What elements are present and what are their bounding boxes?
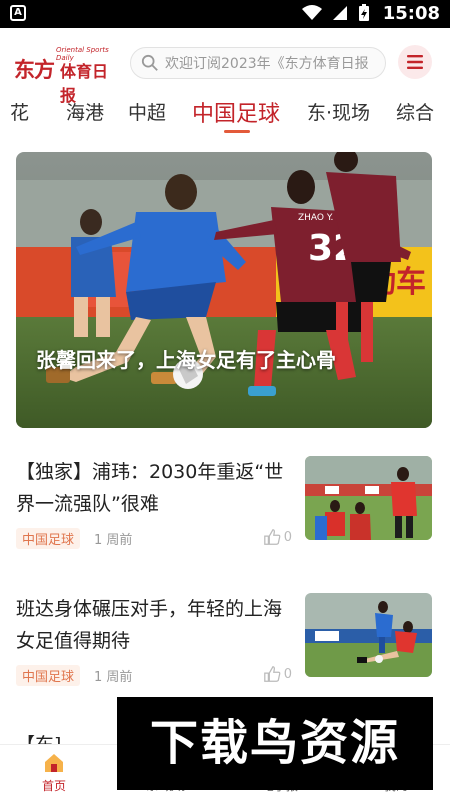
wifi-icon [302, 5, 322, 20]
article-thumbnail [305, 456, 432, 540]
like-button[interactable]: 0 [263, 665, 292, 683]
tab-csl[interactable]: 中超 [128, 98, 166, 125]
thumbs-up-icon [263, 529, 281, 545]
category-tabs: 花 海港 中超 中国足球 东·现场 综合 [0, 98, 450, 140]
search-placeholder: 欢迎订阅2023年《东方体育日报 [165, 56, 369, 72]
list-item[interactable]: 班达身体碾压对手，年轻的上海女足值得期待 中国足球 1 周前 0 [16, 593, 434, 693]
hero-photo: 动车 32 ZHAO Y. [16, 152, 432, 428]
search-icon [141, 54, 158, 71]
app-badge-icon: A [10, 5, 26, 21]
like-count: 0 [283, 529, 292, 545]
active-tab-indicator [224, 130, 250, 133]
article-tag[interactable]: 中国足球 [16, 527, 81, 549]
logo-brand: 东方 [14, 57, 55, 82]
status-time: 15:08 [382, 3, 440, 24]
menu-button[interactable] [398, 45, 432, 79]
article-time: 1 周前 [94, 532, 133, 548]
hamburger-icon [407, 55, 423, 69]
tab-partial[interactable]: 花 [10, 98, 29, 125]
article-title: 【独家】浦玮：2030年重返“世界一流强队”很难 [16, 461, 284, 515]
article-tag[interactable]: 中国足球 [16, 664, 81, 686]
tab-haigang[interactable]: 海港 [66, 98, 104, 125]
app-logo[interactable]: 东方 Oriental Sports Daily 体育日报 [14, 46, 119, 105]
home-icon [45, 754, 63, 772]
jersey-name: ZHAO Y. [298, 213, 333, 223]
tab-general[interactable]: 综合 [396, 98, 434, 125]
article-title: 班达身体碾压对手，年轻的上海女足值得期待 [16, 598, 283, 652]
watermark-banner: 下载鸟资源 [117, 697, 433, 790]
article-thumbnail [305, 593, 432, 677]
search-bar[interactable]: 欢迎订阅2023年《东方体育日报 [130, 47, 386, 79]
thumbs-up-icon [263, 666, 281, 682]
tab-china-football[interactable]: 中国足球 [192, 98, 280, 128]
status-icons [302, 4, 370, 22]
status-bar: A 15:08 [0, 0, 450, 28]
article-time: 1 周前 [94, 669, 133, 685]
app-header: 东方 Oriental Sports Daily 体育日报 欢迎订阅2023年《… [0, 28, 450, 105]
article-meta: 中国足球 1 周前 0 [16, 664, 292, 686]
like-count: 0 [283, 666, 292, 682]
article-photo [305, 593, 432, 677]
list-item[interactable]: 【独家】浦玮：2030年重返“世界一流强队”很难 中国足球 1 周前 0 [16, 456, 434, 556]
nav-home-label: 首页 [41, 779, 66, 793]
battery-icon [359, 4, 369, 21]
signal-icon [333, 6, 347, 20]
hero-card[interactable]: 动车 32 ZHAO Y. 张馨回来了，上海女足有了主心骨 [16, 152, 432, 428]
article-meta: 中国足球 1 周前 0 [16, 527, 292, 549]
hero-title: 张馨回来了，上海女足有了主心骨 [36, 348, 336, 372]
article-photo [305, 456, 432, 540]
like-button[interactable]: 0 [263, 528, 292, 546]
nav-home[interactable]: 首页 [14, 751, 94, 794]
tab-live[interactable]: 东·现场 [307, 98, 370, 125]
